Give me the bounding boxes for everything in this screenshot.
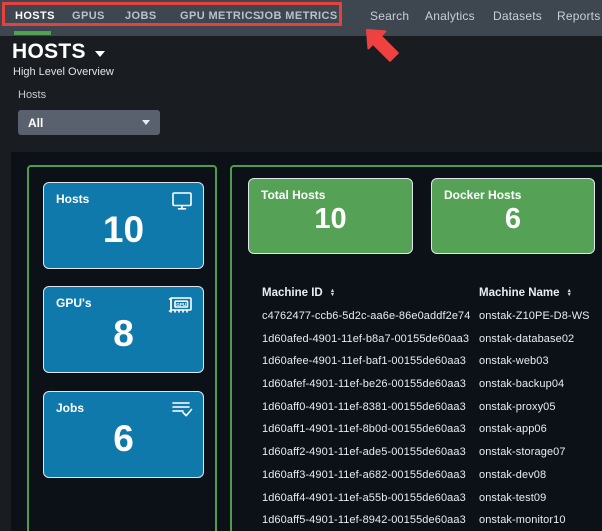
- sort-icon[interactable]: [330, 289, 335, 298]
- machine-id-cell: c4762477-ccb6-5d2c-aa6e-86e0addf2e74: [262, 310, 471, 323]
- tasks-check-icon: [172, 402, 193, 417]
- column-header-machine-id[interactable]: Machine ID: [262, 287, 479, 299]
- table-row: 1d60aff2-4901-11ef-ade5-00155de60aa3 ons…: [262, 441, 602, 464]
- card-value: 6: [113, 418, 134, 459]
- annotation-arrow-icon: [366, 29, 399, 62]
- hosts-filter-dropdown[interactable]: All: [18, 110, 160, 135]
- dashboard-screen: HOSTS GPUS JOBS GPU METRICS JOB METRICS …: [0, 0, 602, 531]
- machine-id-cell: 1d60aff5-4901-11ef-8942-00155de60aa3: [262, 514, 466, 527]
- hosts-panel: Total Hosts 10 Docker Hosts 6 Machine ID…: [230, 165, 602, 531]
- card-label: GPU's: [56, 296, 92, 310]
- card-value: 10: [102, 209, 145, 250]
- machine-id-cell: 1d60aff3-4901-11ef-a682-00155de60aa3: [262, 468, 466, 481]
- docker-hosts-card: Docker Hosts 6: [431, 178, 595, 254]
- hosts-table: Machine ID Machine Name c4762477-ccb6-5d…: [262, 282, 602, 531]
- chevron-down-icon: [142, 120, 150, 125]
- jobs-stat-card: Jobs 6: [43, 391, 204, 478]
- page-title: HOSTS: [12, 40, 86, 63]
- column-header-machine-name[interactable]: Machine Name: [479, 287, 572, 299]
- machine-id-cell: 1d60aff4-4901-11ef-a55b-00155de60aa3: [262, 491, 466, 504]
- hosts-filter-label: Hosts: [18, 89, 47, 101]
- svg-text:GPU: GPU: [176, 302, 187, 307]
- page-header: HOSTS: [12, 40, 105, 64]
- machine-name-cell: onstak-backup04: [479, 378, 565, 391]
- nav-reports[interactable]: Reports: [557, 0, 600, 32]
- machine-id-cell: 1d60aff1-4901-11ef-8b0d-00155de60aa3: [262, 423, 466, 436]
- machine-name-cell: onstak-database02: [479, 332, 575, 345]
- machine-name-cell: onstak-dev08: [479, 468, 547, 481]
- sort-icon[interactable]: [567, 289, 572, 298]
- dashboard-panel: Hosts 10 GPU's GPU 8 Jobs 6 Total Hosts …: [11, 152, 602, 531]
- active-tab-underline: [14, 31, 51, 35]
- hosts-stat-card: Hosts 10: [43, 182, 204, 269]
- machine-name-cell: onstak-monitor10: [479, 514, 566, 527]
- column-label: Machine ID: [262, 287, 323, 300]
- machine-name-cell: onstak-Z10PE-D8-WS: [479, 310, 590, 323]
- nav-analytics[interactable]: Analytics: [425, 0, 475, 32]
- machine-name-cell: onstak-storage07: [479, 446, 566, 459]
- table-row: 1d60afef-4901-11ef-be26-00155de60aa3 ons…: [262, 373, 602, 396]
- stats-panel: Hosts 10 GPU's GPU 8 Jobs 6: [27, 165, 217, 531]
- table-row: 1d60aff1-4901-11ef-8b0d-00155de60aa3 ons…: [262, 418, 602, 441]
- machine-id-cell: 1d60afef-4901-11ef-be26-00155de60aa3: [262, 378, 467, 391]
- dropdown-selected-value: All: [28, 115, 44, 130]
- card-value: 10: [314, 203, 347, 235]
- table-header-row: Machine ID Machine Name: [262, 282, 602, 305]
- machine-name-cell: onstak-web03: [479, 355, 549, 368]
- table-row: c4762477-ccb6-5d2c-aa6e-86e0addf2e74 ons…: [262, 305, 602, 328]
- card-label: Docker Hosts: [444, 188, 522, 202]
- card-value: 6: [504, 203, 522, 235]
- annotation-box: [2, 2, 342, 26]
- caret-down-icon[interactable]: [94, 51, 105, 57]
- machine-name-cell: onstak-proxy05: [479, 400, 556, 413]
- card-label: Total Hosts: [261, 188, 326, 202]
- gpus-stat-card: GPU's GPU 8: [43, 286, 204, 373]
- table-row: 1d60afed-4901-11ef-b8a7-00155de60aa3 ons…: [262, 327, 602, 350]
- table-row: 1d60aff5-4901-11ef-8942-00155de60aa3 ons…: [262, 509, 602, 531]
- gpu-icon: GPU: [168, 297, 192, 313]
- table-row: 1d60aff3-4901-11ef-a682-00155de60aa3 ons…: [262, 464, 602, 487]
- page-subtitle: High Level Overview: [13, 66, 114, 78]
- card-label: Jobs: [56, 401, 85, 415]
- table-row: 1d60aff0-4901-11ef-8381-00155de60aa3 ons…: [262, 395, 602, 418]
- machine-id-cell: 1d60afee-4901-11ef-baf1-00155de60aa3: [262, 355, 467, 368]
- machine-name-cell: onstak-test09: [479, 491, 547, 504]
- nav-datasets[interactable]: Datasets: [493, 0, 542, 32]
- monitor-icon: [172, 192, 192, 210]
- total-hosts-card: Total Hosts 10: [248, 178, 413, 254]
- machine-id-cell: 1d60afed-4901-11ef-b8a7-00155de60aa3: [262, 332, 470, 345]
- card-value: 8: [113, 313, 134, 354]
- table-row: 1d60afee-4901-11ef-baf1-00155de60aa3 ons…: [262, 350, 602, 373]
- table-row: 1d60aff4-4901-11ef-a55b-00155de60aa3 ons…: [262, 486, 602, 509]
- machine-id-cell: 1d60aff2-4901-11ef-ade5-00155de60aa3: [262, 446, 466, 459]
- card-label: Hosts: [56, 192, 90, 206]
- column-label: Machine Name: [479, 287, 560, 300]
- machine-name-cell: onstak-app06: [479, 423, 547, 436]
- machine-id-cell: 1d60aff0-4901-11ef-8381-00155de60aa3: [262, 400, 466, 413]
